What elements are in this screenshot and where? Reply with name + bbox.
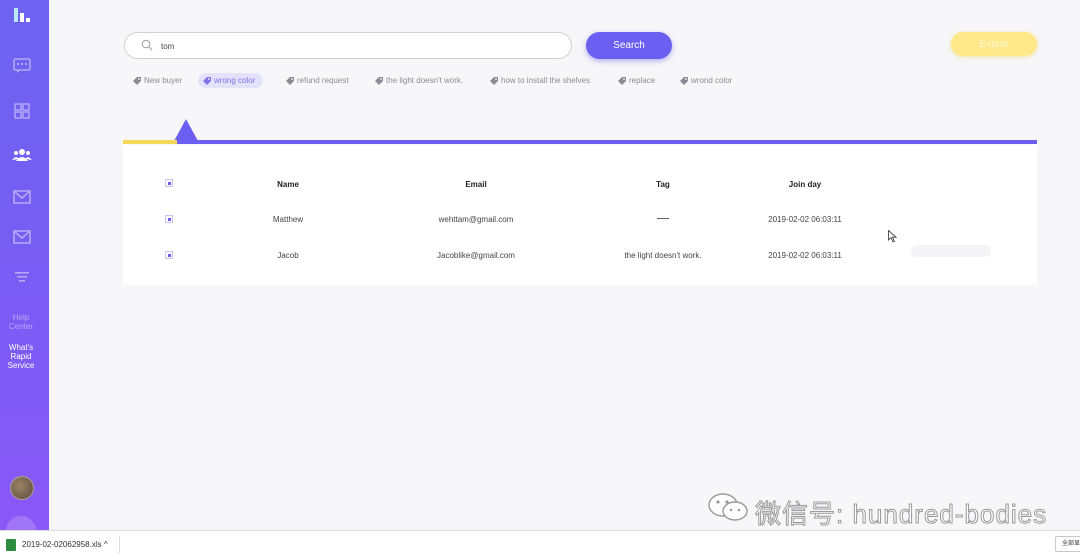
tag-icon	[618, 77, 626, 85]
cell-email: wehttam@gmail.com	[438, 215, 514, 224]
tag-label: wrond color	[691, 76, 733, 85]
progress-bar-blue	[177, 140, 1037, 144]
app-window: Help Center What's Rapid Service Search …	[0, 0, 1080, 557]
wechat-logo-icon	[708, 493, 748, 521]
whats-rapid-service-link[interactable]: What's Rapid Service	[0, 343, 42, 370]
cell-tag: the light doesn't work.	[624, 251, 702, 260]
show-all-downloads-button[interactable]: 全部显示	[1055, 536, 1080, 552]
cell-name: Jacob	[277, 251, 299, 260]
search-button[interactable]: Search	[586, 32, 672, 59]
tag-install-shelves[interactable]: how to install the shelves	[485, 73, 590, 88]
dashboard-icon[interactable]	[12, 103, 32, 119]
select-all-checkbox[interactable]	[165, 179, 173, 187]
column-header-join-day[interactable]: Join day	[789, 180, 821, 189]
cell-tag-empty	[657, 218, 669, 219]
tag-wrong-color[interactable]: wrong color	[198, 73, 264, 88]
tag-icon	[680, 77, 688, 85]
tab-indicator-triangle	[174, 119, 198, 141]
watermark-text: 微信号: hundred-bodies	[754, 499, 1048, 530]
tag-label: New buyer	[144, 76, 183, 85]
excel-file-icon	[6, 539, 16, 551]
filter-icon[interactable]	[12, 269, 32, 285]
help-center-link[interactable]: Help Center	[0, 313, 42, 331]
tag-icon	[490, 77, 498, 85]
cell-join-day: 2019-02-02 06:03:11	[768, 251, 842, 260]
search-field[interactable]	[124, 32, 572, 59]
tag-icon	[133, 77, 141, 85]
progress-bar-yellow	[123, 140, 177, 144]
tag-label: replace	[629, 76, 656, 85]
downloaded-file-name[interactable]: 2019-02-02062958.xls ^	[22, 540, 108, 549]
tag-label: wrong color	[214, 76, 256, 85]
column-header-email[interactable]: Email	[465, 180, 486, 189]
cell-name: Matthew	[272, 215, 304, 224]
tag-icon	[286, 77, 294, 85]
column-header-name[interactable]: Name	[277, 180, 299, 189]
chat-icon[interactable]	[12, 58, 32, 74]
tag-icon	[375, 77, 383, 85]
tag-new-buyer[interactable]: New buyer	[128, 73, 182, 88]
customer-table: Name Email Tag Join day Matthew wehttam@…	[123, 145, 1037, 285]
row-hover-highlight	[911, 245, 991, 257]
mouse-cursor-icon	[888, 230, 897, 243]
search-input[interactable]	[161, 37, 541, 55]
file-name-text: 2019-02-02062958.xls	[22, 540, 102, 549]
tag-refund-request[interactable]: refund request	[281, 73, 349, 88]
column-header-tag[interactable]: Tag	[656, 180, 670, 189]
export-button[interactable]: Export	[951, 32, 1037, 56]
sidebar: Help Center What's Rapid Service	[0, 0, 49, 532]
row-checkbox[interactable]	[165, 215, 173, 223]
wechat-watermark: 微信号: hundred-bodies	[707, 492, 1047, 530]
download-separator	[119, 536, 120, 553]
tag-wrond-color[interactable]: wrond color	[675, 73, 732, 88]
users-icon[interactable]	[12, 147, 32, 163]
search-icon	[141, 39, 153, 51]
tag-light-doesnt-work[interactable]: the light doesn't work.	[370, 73, 463, 88]
browser-download-bar: 2019-02-02062958.xls ^ 全部显示	[0, 530, 1080, 557]
row-checkbox[interactable]	[165, 251, 173, 259]
mail-icon[interactable]	[12, 189, 32, 205]
tag-label: how to install the shelves	[501, 76, 590, 85]
tag-icon	[203, 77, 211, 85]
app-logo[interactable]	[12, 6, 34, 24]
tag-label: refund request	[297, 76, 349, 85]
cell-email: Jacoblike@gmail.com	[437, 251, 515, 260]
cell-join-day: 2019-02-02 06:03:11	[768, 215, 842, 224]
tag-label: the light doesn't work.	[386, 76, 464, 85]
avatar[interactable]	[10, 476, 34, 500]
message-icon[interactable]	[12, 229, 32, 245]
tag-replace[interactable]: replace	[613, 73, 655, 88]
